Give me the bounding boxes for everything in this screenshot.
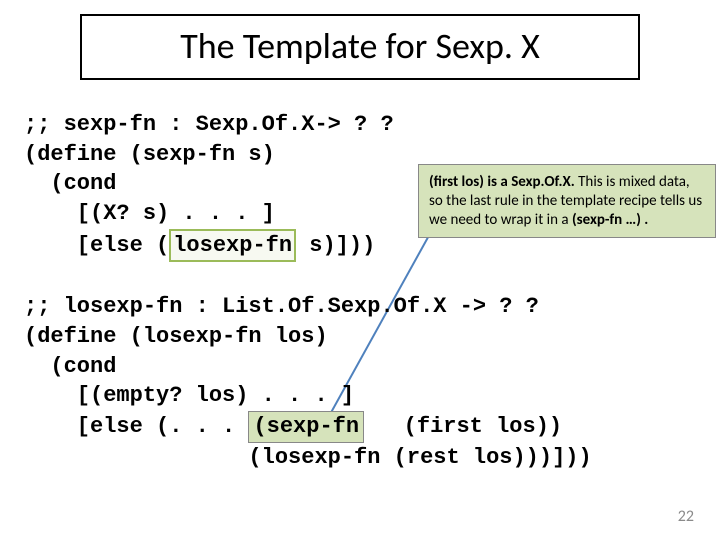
highlight-sexp-fn: (sexp-fn <box>248 411 364 443</box>
code-line-2: (define (sexp-fn s) <box>24 142 275 167</box>
code-line-3: (cond <box>24 171 116 196</box>
highlight-losexp-fn: losexp-fn <box>169 229 296 263</box>
callout-bold-2: (sexp-fn …) . <box>572 211 648 229</box>
code-line-1: ;; sexp-fn : Sexp.Of.X-> ? ? <box>24 112 394 137</box>
code-line-8: (define (losexp-fn los) <box>24 324 328 349</box>
code-line-10: [(empty? los) . . . ] <box>24 383 354 408</box>
code-line-7: ;; losexp-fn : List.Of.Sexp.Of.X -> ? ? <box>24 294 539 319</box>
callout-bold-1: (first los) is a Sexp.Of.X. <box>429 173 575 191</box>
code-line-12: (losexp-fn (rest los)))])) <box>24 445 592 470</box>
slide-title: The Template for Sexp. X <box>180 24 540 68</box>
code-line-9: (cond <box>24 354 116 379</box>
code-line-5a: [else ( <box>24 233 169 258</box>
title-box: The Template for Sexp. X <box>80 14 640 80</box>
code-line-11a: [else (. . . <box>24 414 248 439</box>
code-line-11b: (first los)) <box>364 414 562 439</box>
code-line-4: [(X? s) . . . ] <box>24 201 275 226</box>
callout-box: (first los) is a Sexp.Of.X. This is mixe… <box>418 164 716 238</box>
code-line-5b: s)])) <box>296 233 375 258</box>
slide: The Template for Sexp. X ;; sexp-fn : Se… <box>0 0 720 540</box>
page-number: 22 <box>678 507 694 526</box>
